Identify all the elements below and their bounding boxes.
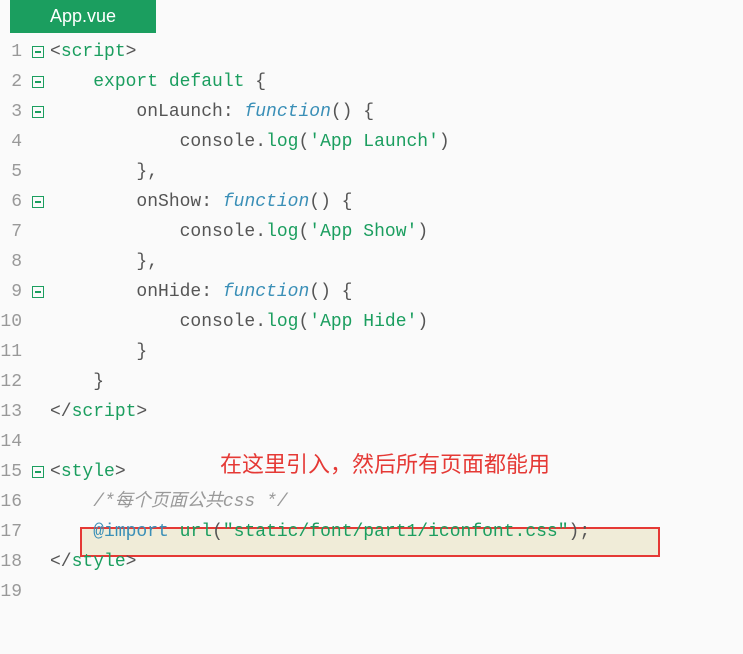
fold-toggle-icon[interactable] (32, 466, 44, 478)
fold-cell (32, 337, 50, 367)
code-content[interactable]: <script> export default { onLaunch: func… (50, 37, 743, 607)
fold-cell (32, 577, 50, 607)
line-number: 7 (0, 217, 24, 247)
line-number: 12 (0, 367, 24, 397)
line-number: 19 (0, 577, 24, 607)
fold-cell[interactable] (32, 37, 50, 67)
line-number: 16 (0, 487, 24, 517)
line-number: 13 (0, 397, 24, 427)
line-number: 8 (0, 247, 24, 277)
file-tab[interactable]: App.vue (10, 0, 156, 33)
line-number: 3 (0, 97, 24, 127)
fold-cell (32, 547, 50, 577)
fold-toggle-icon[interactable] (32, 46, 44, 58)
fold-cell[interactable] (32, 457, 50, 487)
line-number: 5 (0, 157, 24, 187)
fold-cell (32, 487, 50, 517)
line-number: 6 (0, 187, 24, 217)
file-tab-label: App.vue (50, 6, 116, 26)
fold-cell[interactable] (32, 187, 50, 217)
line-number: 1 (0, 37, 24, 67)
line-number: 2 (0, 67, 24, 97)
line-number: 10 (0, 307, 24, 337)
fold-cell (32, 157, 50, 187)
fold-cell (32, 127, 50, 157)
fold-cell (32, 397, 50, 427)
fold-cell (32, 517, 50, 547)
line-number: 15 (0, 457, 24, 487)
line-number: 14 (0, 427, 24, 457)
fold-gutter (28, 37, 50, 607)
fold-toggle-icon[interactable] (32, 196, 44, 208)
fold-toggle-icon[interactable] (32, 106, 44, 118)
line-number: 4 (0, 127, 24, 157)
fold-cell[interactable] (32, 277, 50, 307)
fold-cell (32, 217, 50, 247)
fold-cell (32, 427, 50, 457)
line-number: 9 (0, 277, 24, 307)
line-number: 17 (0, 517, 24, 547)
line-number: 11 (0, 337, 24, 367)
line-number-gutter: 12345678910111213141516171819 (0, 37, 28, 607)
line-number: 18 (0, 547, 24, 577)
fold-cell (32, 367, 50, 397)
fold-toggle-icon[interactable] (32, 76, 44, 88)
fold-cell (32, 247, 50, 277)
fold-cell[interactable] (32, 97, 50, 127)
code-editor[interactable]: 12345678910111213141516171819 <script> e… (0, 37, 743, 607)
fold-toggle-icon[interactable] (32, 286, 44, 298)
fold-cell[interactable] (32, 67, 50, 97)
fold-cell (32, 307, 50, 337)
annotation-text: 在这里引入，然后所有页面都能用 (220, 447, 550, 479)
